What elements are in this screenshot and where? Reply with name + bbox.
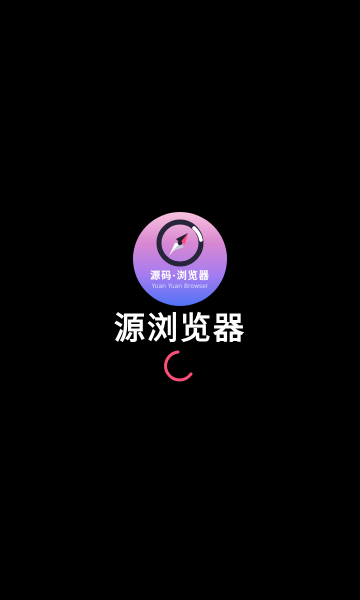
- compass-icon: [156, 219, 204, 267]
- app-name: 源浏览器: [114, 311, 246, 347]
- splash-screen: 源码·浏览器 Yuan Yuan Browser 源浏览器: [0, 0, 360, 600]
- logo-sub-text: Yuan Yuan Browser: [151, 283, 209, 290]
- logo-main-text: 源码·浏览器: [150, 271, 210, 282]
- loading-spinner-icon: [164, 350, 193, 382]
- app-logo: 源码·浏览器 Yuan Yuan Browser: [133, 212, 227, 306]
